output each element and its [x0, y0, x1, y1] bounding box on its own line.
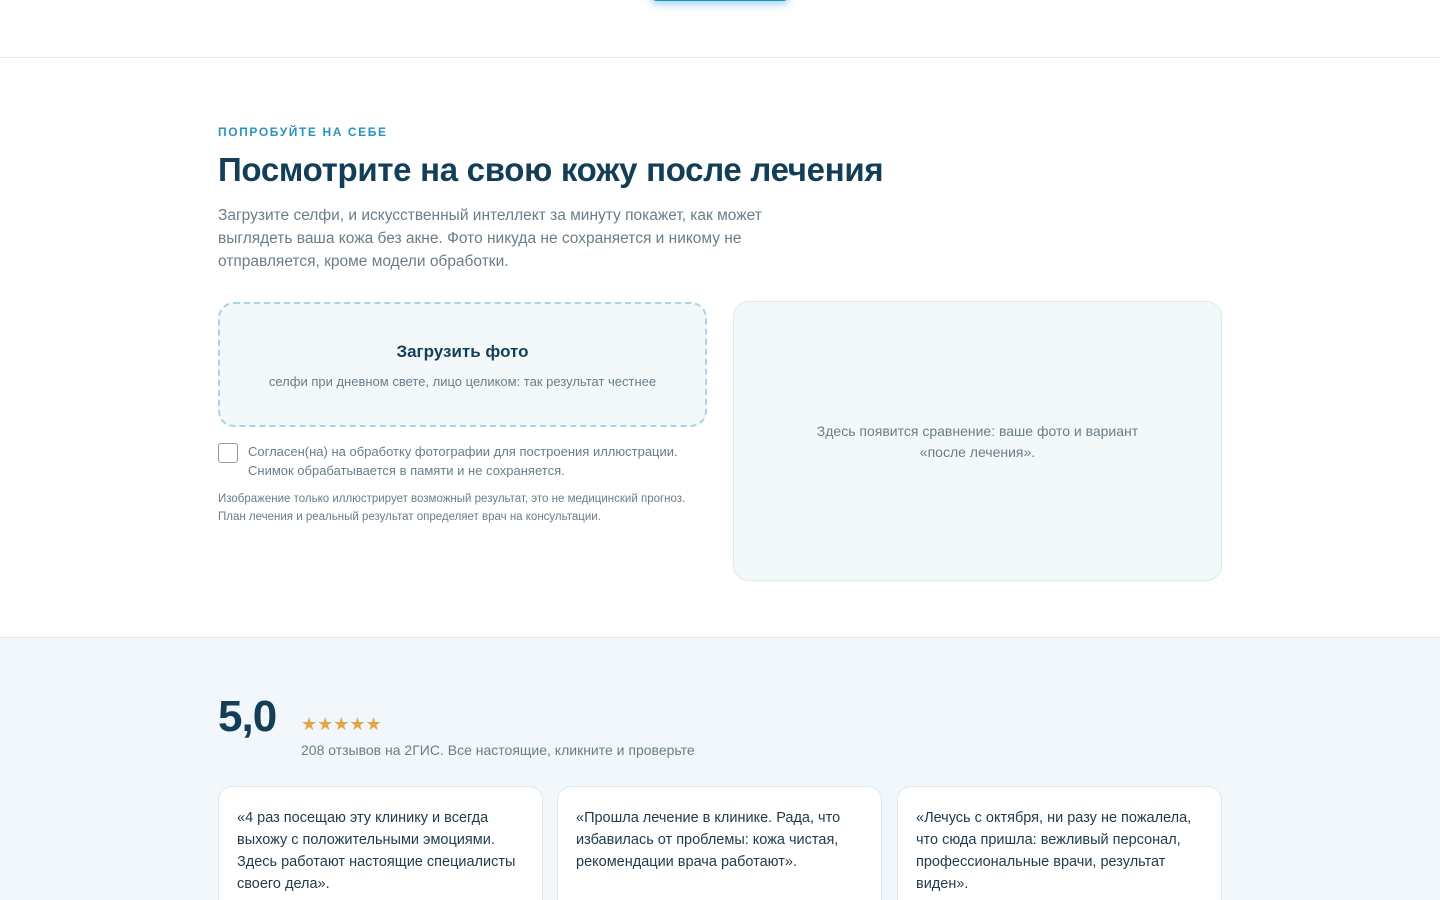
reviews-section: 5,0 ★★★★★ 208 отзывов на 2ГИС. Все насто… — [0, 637, 1440, 900]
top-strip — [0, 0, 1440, 58]
comparison-preview-panel: Здесь появится сравнение: ваше фото и ва… — [733, 301, 1222, 581]
rating-stars-icon: ★★★★★ — [301, 714, 382, 734]
try-on-section: ПОПРОБУЙТЕ НА СЕБЕ Посмотрите на свою ко… — [0, 59, 1440, 637]
comparison-placeholder: Здесь появится сравнение: ваше фото и ва… — [816, 423, 1139, 460]
upload-photo-title: Загрузить фото — [396, 342, 529, 361]
section-eyebrow: ПОПРОБУЙТЕ НА СЕБЕ — [218, 125, 388, 139]
disclaimer-text: Изображение только иллюстрирует возможны… — [218, 493, 686, 523]
consent-label: Согласен(на) на обработку фотографии для… — [248, 444, 678, 478]
review-card: «4 раз посещаю эту клинику и всегда выхо… — [218, 786, 543, 900]
upload-photo-hint: селфи при дневном свете, лицо целиком: т… — [268, 374, 657, 389]
reviews-source-link[interactable]: 208 отзывов на 2ГИС. Все настоящие, клик… — [301, 742, 695, 758]
consent-checkbox[interactable] — [218, 443, 238, 463]
review-text: «Прошла лечение в клинике. Рада, что изб… — [576, 810, 841, 870]
review-card: «Прошла лечение в клинике. Рада, что изб… — [557, 786, 882, 900]
rating-value: 5,0 — [218, 692, 277, 741]
section-lead: Загрузите селфи, и искусственный интелле… — [218, 207, 762, 270]
cta-button-edge[interactable] — [650, 0, 790, 1]
section-title: Посмотрите на свою кожу после лечения — [218, 151, 884, 188]
review-text: «Лечусь с октября, ни разу не пожалела, … — [916, 810, 1192, 892]
review-text: «4 раз посещаю эту клинику и всегда выхо… — [237, 810, 516, 892]
upload-photo-dropzone[interactable]: Загрузить фото селфи при дневном свете, … — [218, 302, 707, 427]
review-card: «Лечусь с октября, ни разу не пожалела, … — [897, 786, 1222, 900]
